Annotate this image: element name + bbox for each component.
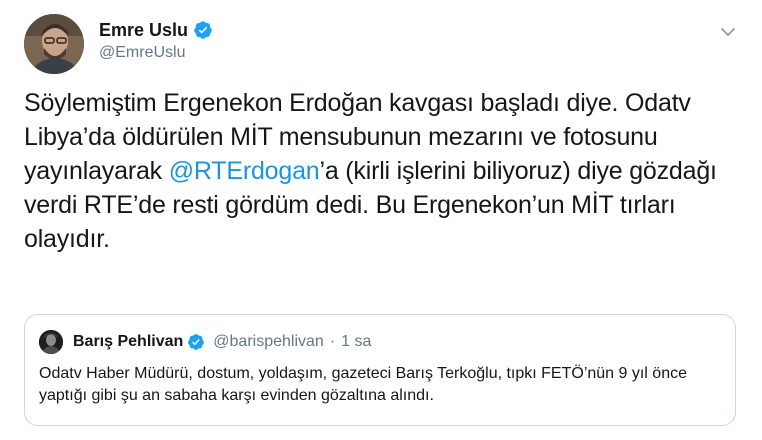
chevron-down-icon[interactable] xyxy=(720,24,736,40)
quoted-verified-badge-icon xyxy=(188,334,205,350)
tweet-card: Emre Uslu @EmreUslu Söylemiştim Ergeneko… xyxy=(0,0,762,440)
mention-link[interactable]: @RTErdogan xyxy=(169,157,320,185)
verified-badge-icon xyxy=(194,21,212,39)
author-display-name[interactable]: Emre Uslu xyxy=(99,20,188,41)
avatar-photo-icon xyxy=(24,14,84,74)
quoted-tweet-text: Odatv Haber Müdürü, dostum, yoldaşım, ga… xyxy=(39,365,687,404)
author-avatar[interactable] xyxy=(24,14,84,74)
quoted-author-avatar xyxy=(39,330,63,354)
quoted-author-handle: @barispehlivan xyxy=(213,333,324,350)
quoted-author-name: Barış Pehlivan xyxy=(73,333,184,350)
quoted-tweet-card[interactable]: Barış Pehlivan @barispehlivan · 1 sa Oda… xyxy=(24,314,736,426)
quoted-avatar-photo-icon xyxy=(39,330,63,354)
author-block: Emre Uslu @EmreUslu xyxy=(99,18,213,62)
separator-dot: · xyxy=(329,333,336,350)
tweet-text: Söylemiştim Ergenekon Erdoğan kavgası ba… xyxy=(24,86,744,256)
quoted-tweet-header: Barış Pehlivan @barispehlivan · 1 sa xyxy=(39,329,371,355)
quoted-tweet-time: 1 sa xyxy=(341,333,372,350)
author-handle[interactable]: @EmreUslu xyxy=(99,44,213,62)
